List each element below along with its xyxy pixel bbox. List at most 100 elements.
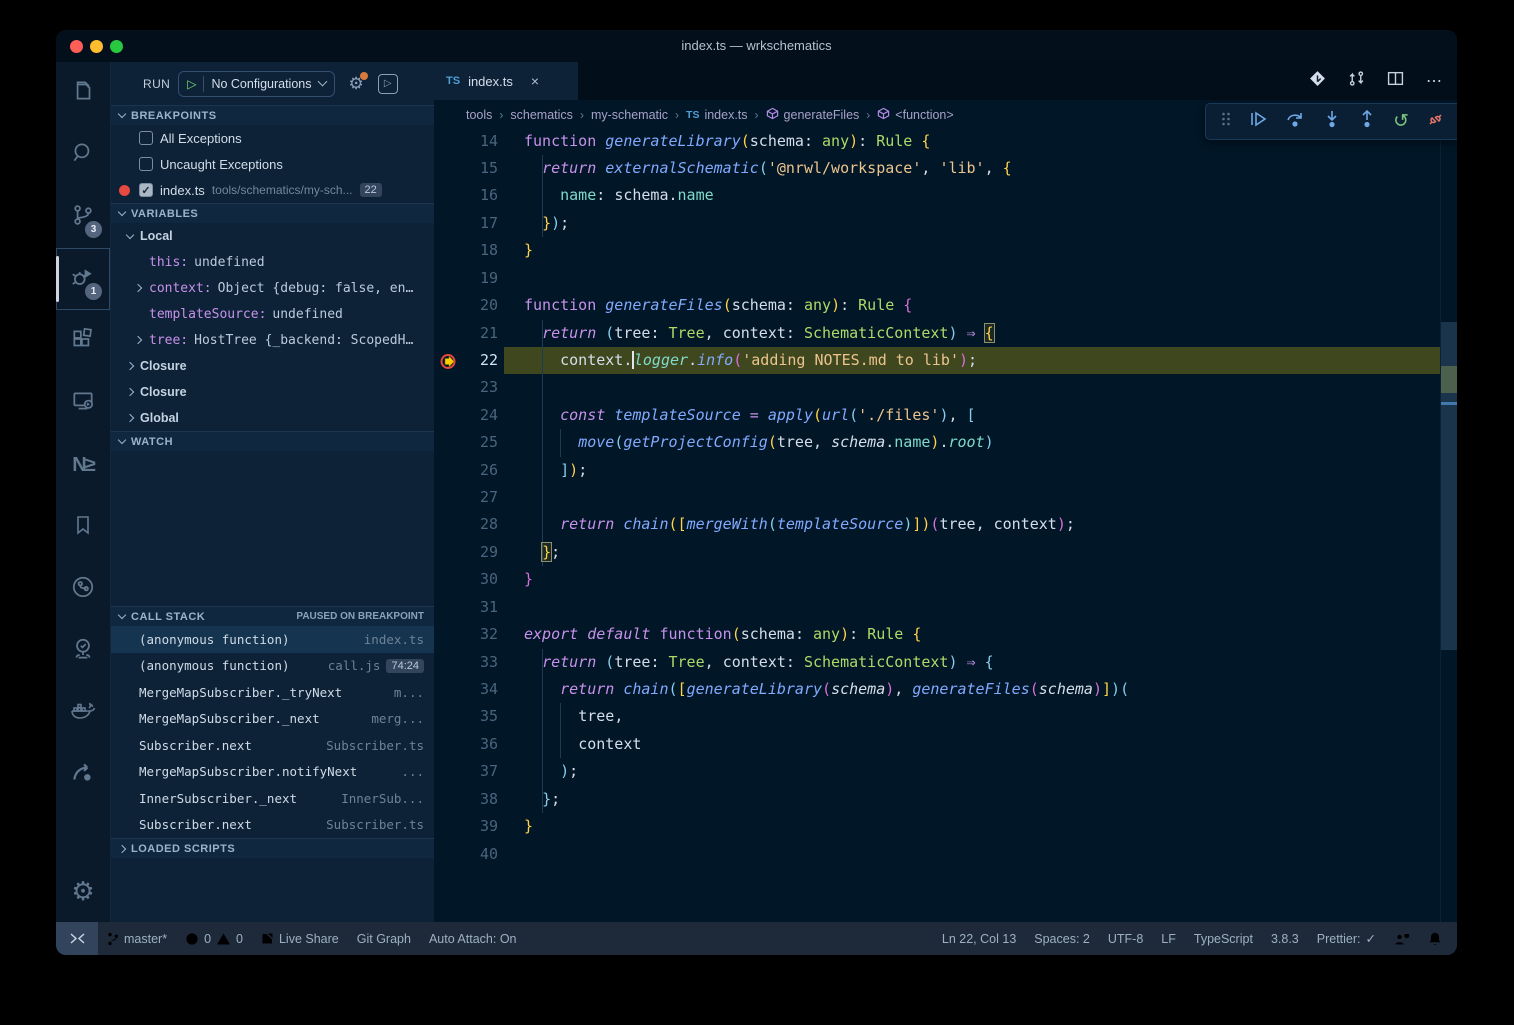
play-icon[interactable]: ▷ (187, 77, 196, 91)
variables-scope-local[interactable]: Local (111, 223, 434, 249)
code-line[interactable]: 26 ]); (434, 457, 1457, 484)
checkbox[interactable]: ✓ (139, 183, 153, 197)
call-stack-frame[interactable]: MergeMapSubscriber._nextmerg... (111, 706, 434, 733)
call-stack-frame[interactable]: (anonymous function)call.js74:24 (111, 653, 434, 680)
step-over-icon[interactable] (1285, 110, 1305, 133)
code-line[interactable]: 28 return chain([mergeWith(templateSourc… (434, 511, 1457, 538)
activity-bar-item-nx-console-icon[interactable]: N≥ (56, 434, 110, 496)
call-stack-frame[interactable]: Subscriber.nextSubscriber.ts (111, 732, 434, 759)
notifications-button[interactable] (1419, 922, 1451, 955)
code-line[interactable]: 22 context.logger.info('adding NOTES.md … (434, 347, 1457, 374)
encoding-status[interactable]: UTF-8 (1099, 922, 1152, 955)
checkbox[interactable] (139, 131, 153, 145)
code-line[interactable]: 29 }; (434, 539, 1457, 566)
scrollbar[interactable] (1440, 130, 1457, 922)
code-line[interactable]: 39} (434, 813, 1457, 840)
call-stack-frame[interactable]: Subscriber.nextSubscriber.ts (111, 812, 434, 839)
breakpoint-row[interactable]: ✓index.tstools/schematics/my-sch...22 (111, 177, 434, 203)
activity-bar-item-run-debug-icon[interactable]: 1 (56, 248, 110, 310)
activity-bar-item-source-control-icon[interactable]: 3 (56, 186, 110, 248)
code-line[interactable]: 19 (434, 265, 1457, 292)
ts-version[interactable]: 3.8.3 (1262, 922, 1308, 955)
code-line[interactable]: 24 const templateSource = apply(url('./f… (434, 402, 1457, 429)
breadcrumb-item-schematics[interactable]: schematics (510, 108, 573, 122)
variable-row[interactable]: tree:HostTree {_backend: ScopedH… (111, 327, 434, 353)
close-icon[interactable]: × (531, 73, 539, 89)
code-line[interactable]: 37 ); (434, 758, 1457, 785)
restart-icon[interactable]: ↺ (1393, 112, 1409, 131)
code-line[interactable]: 33 return (tree: Tree, context: Schemati… (434, 649, 1457, 676)
variable-row[interactable]: this:undefined (111, 249, 434, 275)
variables-scope-closure[interactable]: Closure (111, 379, 434, 405)
variables-scope-global[interactable]: Global (111, 405, 434, 431)
code-line[interactable]: 27 (434, 484, 1457, 511)
prettier-status[interactable]: Prettier: ✓ (1308, 922, 1385, 955)
more-actions-icon[interactable]: ⋯ (1426, 71, 1443, 91)
step-out-icon[interactable] (1358, 110, 1376, 133)
git-graph-button[interactable]: Git Graph (348, 922, 420, 955)
activity-bar-item-docker-icon[interactable] (56, 682, 110, 744)
feedback-button[interactable] (1385, 922, 1419, 955)
language-mode[interactable]: TypeScript (1185, 922, 1262, 955)
git-branch-status[interactable]: master* (98, 922, 176, 955)
launch-configuration-dropdown[interactable]: ▷ No Configurations (178, 71, 334, 97)
grip-icon[interactable] (1221, 112, 1231, 131)
code-line[interactable]: 34 return chain([generateLibrary(schema)… (434, 676, 1457, 703)
breadcrumb-item-generateFiles[interactable]: generateFiles (766, 107, 860, 123)
step-into-icon[interactable] (1323, 110, 1341, 133)
checkbox[interactable] (139, 157, 153, 171)
call-stack-frame[interactable]: MergeMapSubscriber._tryNextm... (111, 679, 434, 706)
code-line[interactable]: 21 return (tree: Tree, context: Schemati… (434, 320, 1457, 347)
code-line[interactable]: 36 context (434, 731, 1457, 758)
code-line[interactable]: 25 move(getProjectConfig(tree, schema.na… (434, 429, 1457, 456)
activity-bar-item-search-icon[interactable] (56, 124, 110, 186)
code-line[interactable]: 23 (434, 374, 1457, 401)
call-stack-frame[interactable]: (anonymous function)index.ts (111, 626, 434, 653)
call-stack-frame[interactable]: InnerSubscriber._nextInnerSub... (111, 785, 434, 812)
disconnect-icon[interactable] (1426, 111, 1445, 133)
section-header-watch[interactable]: WATCH (111, 431, 434, 451)
section-header-breakpoints[interactable]: BREAKPOINTS (111, 105, 434, 125)
code-line[interactable]: 31 (434, 594, 1457, 621)
activity-bar-item-test-explorer-icon[interactable] (56, 620, 110, 682)
code-line[interactable]: 40 (434, 841, 1457, 868)
section-header-call-stack[interactable]: CALL STACKPAUSED ON BREAKPOINT (111, 606, 434, 626)
split-editor-icon[interactable] (1387, 70, 1404, 92)
breakpoint-row[interactable]: All Exceptions (111, 125, 434, 151)
problems-status[interactable]: 0 0 (176, 922, 252, 955)
activity-bar-item-bookmarks-icon[interactable] (56, 496, 110, 558)
cursor-position[interactable]: Ln 22, Col 13 (933, 922, 1025, 955)
eol-status[interactable]: LF (1152, 922, 1185, 955)
activity-bar-item-remote-explorer-icon[interactable] (56, 372, 110, 434)
live-share-button[interactable]: Live Share (252, 922, 348, 955)
auto-attach-status[interactable]: Auto Attach: On (420, 922, 526, 955)
breadcrumb-item-function[interactable]: <function> (877, 107, 953, 123)
activity-bar-item-extensions-icon[interactable] (56, 310, 110, 372)
compare-changes-icon[interactable] (1348, 70, 1365, 92)
call-stack-frame[interactable]: MergeMapSubscriber.notifyNext... (111, 759, 434, 786)
breadcrumb-item-my-schematic[interactable]: my-schematic (591, 108, 668, 122)
variables-scope-closure[interactable]: Closure (111, 353, 434, 379)
variable-row[interactable]: templateSource:undefined (111, 301, 434, 327)
section-header-loaded-scripts[interactable]: LOADED SCRIPTS (111, 838, 434, 858)
remote-indicator[interactable] (56, 922, 98, 955)
tab-index-ts[interactable]: TS index.ts × (434, 62, 578, 100)
code-line[interactable]: 32export default function(schema: any): … (434, 621, 1457, 648)
scrollbar-thumb[interactable] (1441, 322, 1457, 650)
code-line[interactable]: 20function generateFiles(schema: any): R… (434, 292, 1457, 319)
code-line[interactable]: 18} (434, 237, 1457, 264)
continue-icon[interactable] (1248, 110, 1268, 133)
code-line[interactable]: 17 }); (434, 210, 1457, 237)
code-line[interactable]: 30} (434, 566, 1457, 593)
breadcrumb-item-tools[interactable]: tools (466, 108, 492, 122)
breadcrumb-item-index.ts[interactable]: TSindex.ts (686, 108, 748, 122)
code-line[interactable]: 38 }; (434, 786, 1457, 813)
debug-console-icon[interactable]: ▷ (378, 74, 398, 94)
activity-bar-item-files-icon[interactable] (56, 62, 110, 124)
code-line[interactable]: 15 return externalSchematic('@nrwl/works… (434, 155, 1457, 182)
activity-bar-item-share-icon[interactable] (56, 744, 110, 806)
variable-row[interactable]: context:Object {debug: false, en… (111, 275, 434, 301)
activity-bar-item-gitlens-icon[interactable] (56, 558, 110, 620)
gear-icon[interactable]: ⚙ (349, 74, 364, 94)
open-changes-icon[interactable] (1309, 70, 1326, 92)
